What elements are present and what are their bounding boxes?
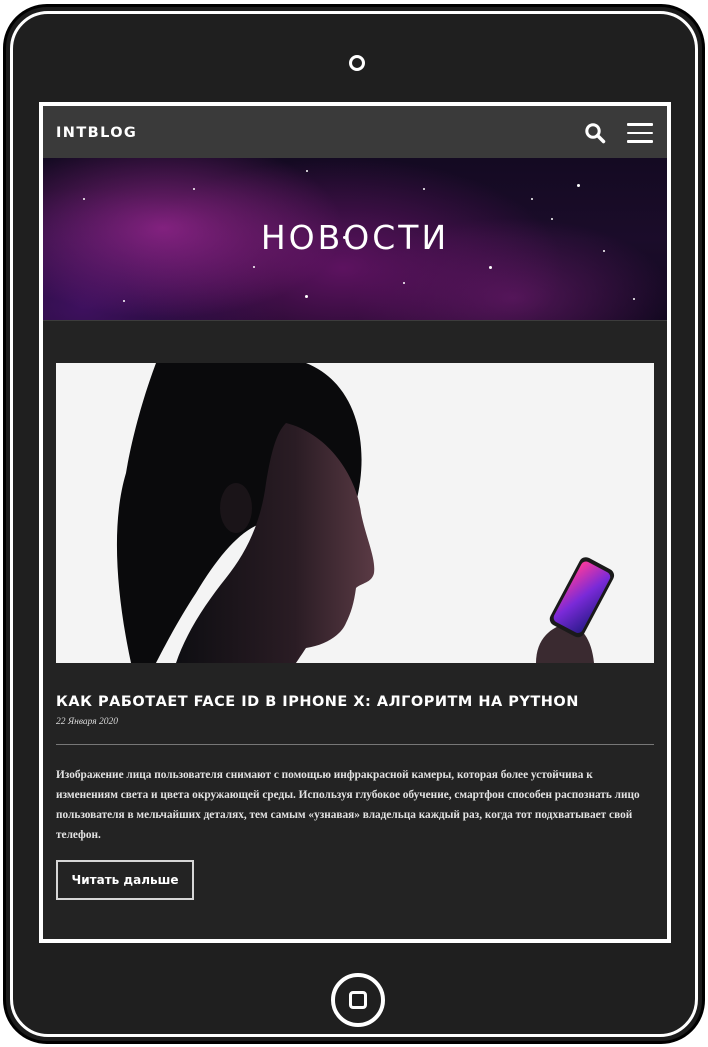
post-title[interactable]: КАК РАБОТАЕТ FACE ID В IPHONE X: АЛГОРИТ… <box>56 694 654 710</box>
post-excerpt: Изображение лица пользователя снимают с … <box>56 769 640 841</box>
device-screen: INTBLOG НОВОСТИ КАК РАБОТАЕТ FACE ID В I… <box>39 102 671 943</box>
read-more-button[interactable]: Читать дальше <box>56 860 194 900</box>
divider <box>56 744 654 745</box>
navbar: INTBLOG <box>43 106 667 158</box>
post-date: 22 Января 2020 <box>56 717 119 727</box>
camera-icon <box>349 55 365 71</box>
post-image[interactable] <box>56 363 654 663</box>
brand-logo[interactable]: INTBLOG <box>56 125 137 141</box>
search-icon[interactable] <box>584 122 606 144</box>
hero-banner: НОВОСТИ <box>43 158 667 321</box>
hamburger-menu-icon[interactable] <box>627 123 653 143</box>
page-title: НОВОСТИ <box>260 218 450 257</box>
home-square-icon <box>349 991 367 1009</box>
woman-with-phone-illustration <box>56 363 654 663</box>
home-button[interactable] <box>331 973 385 1027</box>
